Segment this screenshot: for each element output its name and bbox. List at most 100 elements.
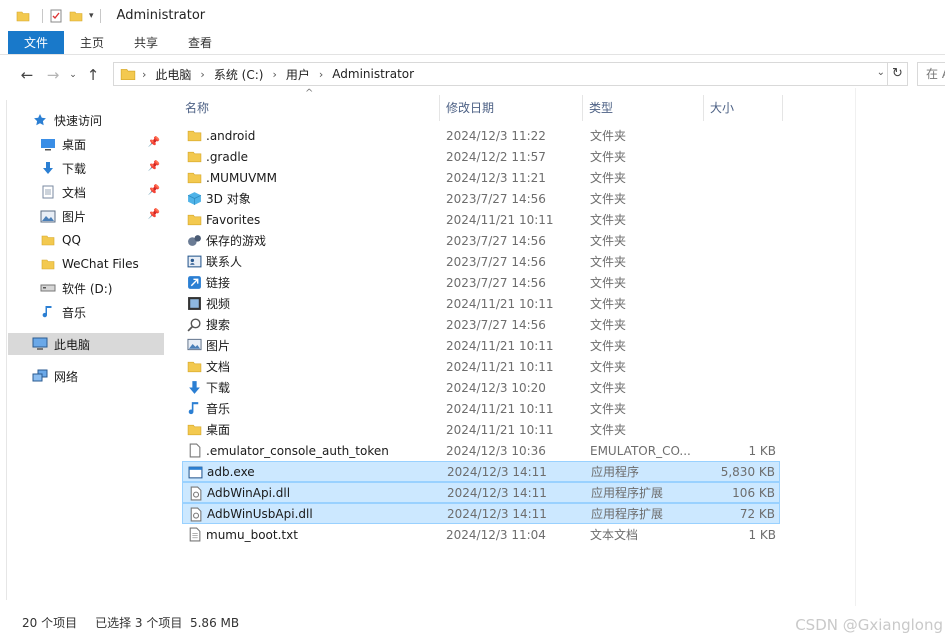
pin-icon[interactable]: 📌 xyxy=(148,137,160,148)
file-date: 2024/11/21 10:11 xyxy=(446,296,554,311)
music-icon xyxy=(40,304,56,320)
tab-view[interactable]: 查看 xyxy=(174,31,226,54)
refresh-icon[interactable]: ↻ xyxy=(888,62,908,86)
file-name: 文档 xyxy=(206,360,231,374)
column-divider[interactable] xyxy=(703,95,704,121)
search-input[interactable]: 在 A xyxy=(917,62,945,86)
picture-icon xyxy=(187,338,202,353)
pin-icon[interactable]: 📌 xyxy=(148,161,160,172)
breadcrumb-system-drive[interactable]: 系统 (C:) xyxy=(214,66,264,83)
dll-icon xyxy=(188,486,203,501)
download-icon xyxy=(40,160,56,176)
sidebar-item-this-pc[interactable]: 此电脑 xyxy=(8,333,164,355)
sidebar-item-drive-d[interactable]: 软件 (D:) xyxy=(40,277,164,299)
sidebar-item-documents[interactable]: 文档 📌 xyxy=(40,181,164,203)
file-row[interactable]: 联系人 2023/7/27 14:56 文件夹 xyxy=(182,251,780,272)
file-name: 音乐 xyxy=(206,402,231,416)
file-row[interactable]: 链接 2023/7/27 14:56 文件夹 xyxy=(182,272,780,293)
column-header-date[interactable]: 修改日期 xyxy=(446,95,576,121)
column-header-type[interactable]: 类型 xyxy=(589,95,699,121)
column-header-name[interactable]: 名称 xyxy=(185,95,435,121)
breadcrumb-separator-icon[interactable]: › xyxy=(200,68,204,81)
sidebar-item-network[interactable]: 网络 xyxy=(32,365,164,387)
breadcrumb-users[interactable]: 用户 xyxy=(286,66,310,83)
file-row[interactable]: 桌面 2024/11/21 10:11 文件夹 xyxy=(182,419,780,440)
file-name: 链接 xyxy=(206,276,231,290)
tab-share[interactable]: 共享 xyxy=(120,31,172,54)
sidebar-item-wechat-files[interactable]: WeChat Files xyxy=(40,253,164,275)
file-name: 搜索 xyxy=(206,318,231,332)
file-row[interactable]: adb.exe 2024/12/3 14:11 应用程序 5,830 KB xyxy=(182,461,780,482)
file-name: adb.exe xyxy=(207,464,255,479)
new-folder-icon[interactable] xyxy=(69,9,83,23)
file-row[interactable]: 音乐 2024/11/21 10:11 文件夹 xyxy=(182,398,780,419)
file-row[interactable]: AdbWinUsbApi.dll 2024/12/3 14:11 应用程序扩展 72 … xyxy=(182,503,780,524)
pin-icon[interactable]: 📌 xyxy=(148,209,160,220)
file-type: 文件夹 xyxy=(590,150,627,164)
address-bar[interactable]: › 此电脑 › 系统 (C:) › 用户 › Administrator ⌄ xyxy=(113,62,888,86)
file-type: 应用程序扩展 xyxy=(591,507,664,521)
column-divider[interactable] xyxy=(439,95,440,121)
sidebar-item-label: WeChat Files xyxy=(62,257,139,271)
file-row[interactable]: 文档 2024/11/21 10:11 文件夹 xyxy=(182,356,780,377)
sidebar-item-quick-access[interactable]: 快速访问 xyxy=(32,109,164,131)
file-name: AdbWinApi.dll xyxy=(207,485,291,500)
breadcrumb-administrator[interactable]: Administrator xyxy=(332,67,414,81)
sidebar-item-music[interactable]: 音乐 xyxy=(40,301,164,323)
column-header-size[interactable]: 大小 xyxy=(710,95,780,121)
forward-arrow-icon[interactable]: → xyxy=(40,66,66,84)
file-row[interactable]: 下载 2024/12/3 10:20 文件夹 xyxy=(182,377,780,398)
sidebar-item-label: 网络 xyxy=(54,369,79,384)
file-row[interactable]: .gradle 2024/12/2 11:57 文件夹 xyxy=(182,146,780,167)
separator xyxy=(42,8,43,23)
star-icon xyxy=(32,112,48,128)
file-row[interactable]: Favorites 2024/11/21 10:11 文件夹 xyxy=(182,209,780,230)
file-date: 2024/11/21 10:11 xyxy=(446,212,554,227)
file-row[interactable]: 图片 2024/11/21 10:11 文件夹 xyxy=(182,335,780,356)
tab-file[interactable]: 文件 xyxy=(8,31,64,54)
back-arrow-icon[interactable]: ← xyxy=(14,66,40,84)
file-row[interactable]: 搜索 2023/7/27 14:56 文件夹 xyxy=(182,314,780,335)
chevron-down-icon[interactable]: ▾ xyxy=(89,11,94,21)
file-name: 联系人 xyxy=(206,255,243,269)
column-divider[interactable] xyxy=(582,95,583,121)
sidebar-item-label: 音乐 xyxy=(62,305,87,320)
file-row[interactable]: .MUMUVMM 2024/12/3 11:21 文件夹 xyxy=(182,167,780,188)
tab-home[interactable]: 主页 xyxy=(66,31,118,54)
pin-icon[interactable]: 📌 xyxy=(148,185,160,196)
video-icon xyxy=(187,296,202,311)
folder-icon xyxy=(187,170,202,185)
folder-icon[interactable] xyxy=(16,9,30,23)
breadcrumb-separator-icon[interactable]: › xyxy=(319,68,323,81)
recent-locations-chevron-icon[interactable]: ⌄ xyxy=(66,70,80,80)
file-name: 3D 对象 xyxy=(206,192,251,206)
file-row[interactable]: .emulator_console_auth_token 2024/12/3 10… xyxy=(182,440,780,461)
file-row[interactable]: 3D 对象 2023/7/27 14:56 文件夹 xyxy=(182,188,780,209)
sidebar-item-pictures[interactable]: 图片 📌 xyxy=(40,205,164,227)
properties-icon[interactable] xyxy=(49,9,63,23)
file-row[interactable]: mumu_boot.txt 2024/12/3 11:04 文本文档 1 KB xyxy=(182,524,780,545)
breadcrumb-this-pc[interactable]: 此电脑 xyxy=(155,66,191,83)
file-row[interactable]: .android 2024/12/3 11:22 文件夹 xyxy=(182,125,780,146)
column-divider[interactable] xyxy=(782,95,783,121)
chevron-down-icon[interactable]: ⌄ xyxy=(877,67,885,78)
folder-icon xyxy=(120,69,136,81)
sidebar-item-label: 快速访问 xyxy=(54,113,103,128)
file-row[interactable]: 保存的游戏 2023/7/27 14:56 文件夹 xyxy=(182,230,780,251)
file-name: 保存的游戏 xyxy=(206,234,267,248)
sidebar-item-qq[interactable]: QQ xyxy=(40,229,164,251)
contacts-icon xyxy=(187,254,202,269)
folder-icon xyxy=(40,256,56,272)
breadcrumb-separator-icon[interactable]: › xyxy=(142,68,146,81)
file-type: 文件夹 xyxy=(590,402,627,416)
up-arrow-icon[interactable]: ↑ xyxy=(80,66,106,84)
sidebar-item-downloads[interactable]: 下载 📌 xyxy=(40,157,164,179)
title-bar: ▾ Administrator xyxy=(0,0,945,31)
file-date: 2024/12/3 14:11 xyxy=(447,485,547,500)
file-date: 2024/12/3 10:36 xyxy=(446,443,546,458)
sidebar-item-desktop[interactable]: 桌面 📌 xyxy=(40,133,164,155)
file-row[interactable]: 视频 2024/11/21 10:11 文件夹 xyxy=(182,293,780,314)
file-name: mumu_boot.txt xyxy=(206,527,298,542)
breadcrumb-separator-icon[interactable]: › xyxy=(272,68,276,81)
file-row[interactable]: AdbWinApi.dll 2024/12/3 14:11 应用程序扩展 106 KB xyxy=(182,482,780,503)
